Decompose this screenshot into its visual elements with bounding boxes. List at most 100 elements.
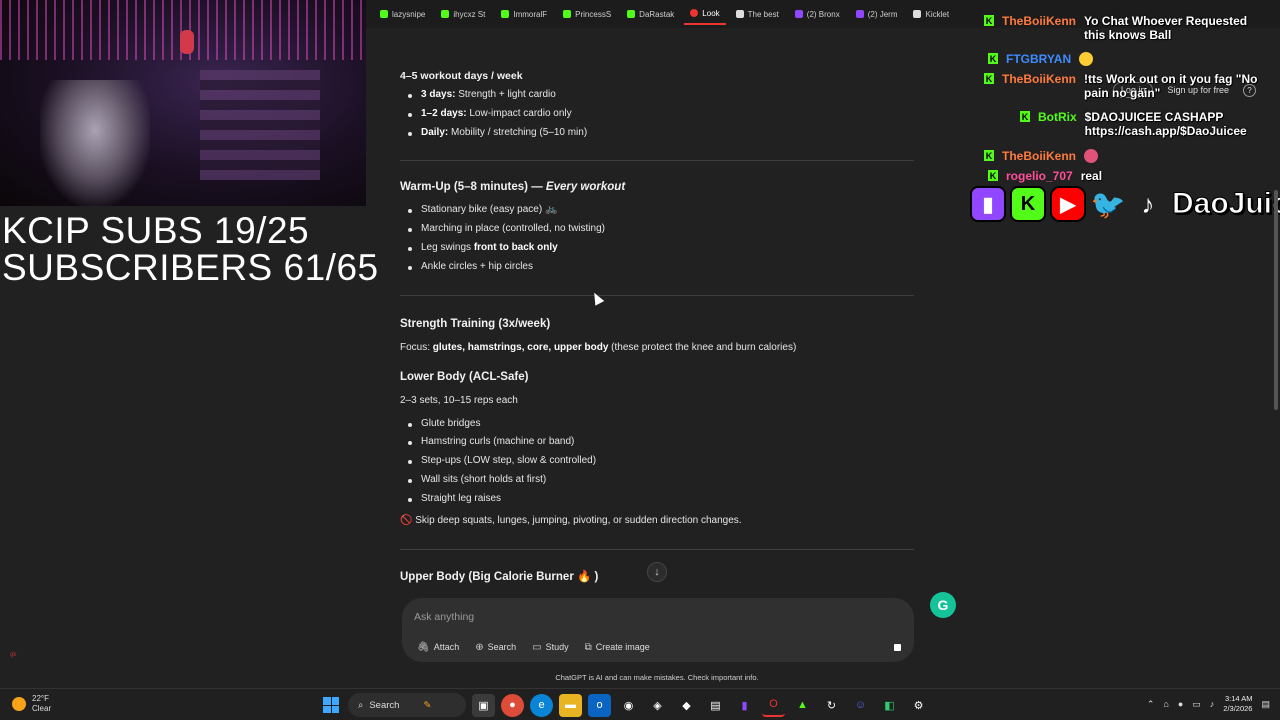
subscribers-goal: SUBSCRIBERS 61/65 <box>2 247 379 288</box>
windows-start-icon[interactable] <box>320 694 342 716</box>
chat-user: FTGBRYAN <box>1006 52 1072 66</box>
corner-text: gk <box>10 652 17 658</box>
paperclip-icon: 🖇 <box>417 641 430 653</box>
lamp <box>180 30 194 54</box>
tab-favicon-icon <box>855 10 864 18</box>
volume-icon[interactable]: ♪ <box>1210 699 1215 709</box>
taskbar-search[interactable]: ⌕ Search ✎ <box>348 693 466 717</box>
figma-icon[interactable]: ◆ <box>675 694 698 717</box>
tab-favicon-icon <box>441 10 450 18</box>
tab-label: (2) Bronx <box>806 9 840 19</box>
create-image-button[interactable]: ⧉ Create image <box>580 638 655 656</box>
chat-text: real <box>1080 169 1103 183</box>
grammarly-icon[interactable]: G <box>930 592 956 618</box>
chat-user: TheBoiiKenn <box>1002 72 1076 86</box>
browser-tab[interactable]: ihycxz St <box>435 3 491 25</box>
kick-icon: K <box>984 73 994 84</box>
browser-tab[interactable]: DaRastak <box>621 3 680 25</box>
steam-icon[interactable]: ⚙ <box>907 694 930 717</box>
list-item: Wall sits (short holds at first) <box>400 471 914 490</box>
browser-tab[interactable]: (2) Bronx <box>789 3 846 25</box>
clock[interactable]: 3:14 AM 2/3/2026 <box>1223 694 1252 714</box>
kick-icon: K <box>984 150 994 161</box>
terminal-icon[interactable]: ▤ <box>704 694 727 717</box>
discord-icon[interactable]: ☺ <box>849 694 872 717</box>
green-app-icon[interactable]: ◧ <box>878 694 901 717</box>
chrome-icon[interactable]: ● <box>501 693 524 717</box>
browser-tab[interactable]: Look <box>684 3 726 25</box>
tab-label: ihycxz St <box>453 9 486 19</box>
browser-tab[interactable]: lazysnipe <box>374 3 431 25</box>
disclaimer: ChatGPT is AI and can make mistakes. Che… <box>555 673 759 682</box>
list-item: Stationary bike (easy pace) 🚲 <box>400 201 914 220</box>
divider <box>400 548 914 550</box>
browser-tab[interactable]: Kicklet <box>907 3 955 25</box>
chat-text: !tts Work out on it you fag "No pain no … <box>1084 72 1258 100</box>
system-tray: ⌃ ⌂ ● ▭ ♪ 3:14 AM 2/3/2026 ▤ <box>1147 694 1270 714</box>
refresh-app-icon[interactable]: ↻ <box>820 694 843 717</box>
chat-message: K TheBoiiKenn !tts Work out on it you fa… <box>984 72 1280 100</box>
task-view-icon[interactable]: ▣ <box>472 693 495 717</box>
outlook-icon[interactable]: o <box>588 693 611 717</box>
tab-favicon-icon <box>690 9 699 17</box>
globe-icon: ⊕ <box>475 641 484 653</box>
search-icon: ⌕ <box>358 699 364 711</box>
list-item: 3 days: Strength + light cardio <box>400 86 914 105</box>
chat-message: K BotRix $DAOJUICEE CASHAPP https://cash… <box>1020 110 1255 138</box>
tab-label: PrincessS <box>575 9 612 19</box>
chat-text: $DAOJUICEE CASHAPP https://cash.app/$Dao… <box>1084 110 1247 138</box>
browser-tab[interactable]: (2) Jerm <box>850 3 904 25</box>
chart-app-icon[interactable]: ▲ <box>791 694 814 717</box>
streamer <box>40 80 150 206</box>
attach-button[interactable]: 🖇 Attach <box>412 638 464 656</box>
chat-user: BotRix <box>1038 110 1077 124</box>
search-button[interactable]: ⊕ Search <box>470 638 521 656</box>
list-item: Leg swings front to back only <box>400 239 914 258</box>
edge-icon[interactable]: e <box>530 693 553 717</box>
tab-label: (2) Jerm <box>867 9 898 19</box>
network-icon[interactable]: ⌂ <box>1163 699 1168 709</box>
mic-icon[interactable]: ● <box>1178 699 1183 709</box>
study-button[interactable]: ▭ Study <box>527 638 573 656</box>
tab-favicon-icon <box>563 10 572 18</box>
streamer-brand: DaoJuice <box>1171 187 1280 221</box>
prompt-input[interactable] <box>414 608 814 626</box>
chat-user: TheBoiiKenn <box>1002 149 1076 163</box>
chevron-up-icon[interactable]: ⌃ <box>1147 699 1155 710</box>
social-bar: ▮ K ▶ 🐦 ♪ DaoJuice <box>970 186 1280 222</box>
tab-favicon-icon <box>735 10 744 18</box>
tiktok-icon: ♪ <box>1141 188 1155 219</box>
weather-widget[interactable]: 22°F Clear <box>12 694 51 714</box>
tab-label: Look <box>702 8 720 18</box>
obs-icon[interactable]: ◉ <box>617 694 640 717</box>
browser-tab[interactable]: PrincessS <box>557 3 617 25</box>
opera-icon[interactable]: O <box>762 694 785 717</box>
list-item: Straight leg raises <box>400 490 914 509</box>
scrollbar[interactable] <box>1274 190 1278 410</box>
list-item: Step-ups (LOW step, slow & controlled) <box>400 452 914 471</box>
tab-favicon-icon <box>627 10 636 18</box>
message-composer: 🖇Attach ⊕Search ▭Study ⧉Create image <box>402 598 914 662</box>
screen: lazysnipe ihycxz St ImmoralF PrincessS DaRas… <box>0 0 1280 720</box>
stop-button[interactable] <box>888 638 906 656</box>
tab-favicon-icon <box>501 10 510 18</box>
twitch-app-icon[interactable]: ▮ <box>733 694 756 717</box>
strength-title: Strength Training (3x/week) <box>400 317 551 330</box>
file-explorer-icon[interactable]: ▬ <box>559 693 582 717</box>
notification-icon[interactable]: ▤ <box>1261 699 1270 710</box>
chat-overlay: K TheBoiiKenn Yo Chat Whoever Requested … <box>980 10 1280 190</box>
kick-icon: K <box>984 15 994 26</box>
warmup-list: Stationary bike (easy pace) 🚲 Marching i… <box>400 201 914 276</box>
list-item: 1–2 days: Low-impact cardio only <box>400 105 914 124</box>
book-icon: ▭ <box>532 641 542 653</box>
taskbar-apps: ⌕ Search ✎ ▣ ● e ▬ o ◉ ◈ ◆ ▤ ▮ O ▲ ↻ ☺ ◧ ⚙ <box>320 693 930 717</box>
scroll-down-button[interactable]: ↓ <box>647 562 667 582</box>
game-icon[interactable]: ◈ <box>646 694 669 717</box>
warmup-title: Warm-Up (5–8 minutes) — Every workout <box>400 181 626 194</box>
display-icon[interactable]: ▭ <box>1192 699 1201 710</box>
chat-message: K FTGBRYAN <box>988 52 1094 66</box>
schedule-list: 3 days: Strength + light cardio 1–2 days… <box>400 86 914 142</box>
browser-tab[interactable]: The best <box>730 3 785 25</box>
subscriber-goal: KCIP SUBS 19/25 SUBSCRIBERS 61/65 <box>2 212 379 286</box>
browser-tab[interactable]: ImmoralF <box>495 3 553 25</box>
